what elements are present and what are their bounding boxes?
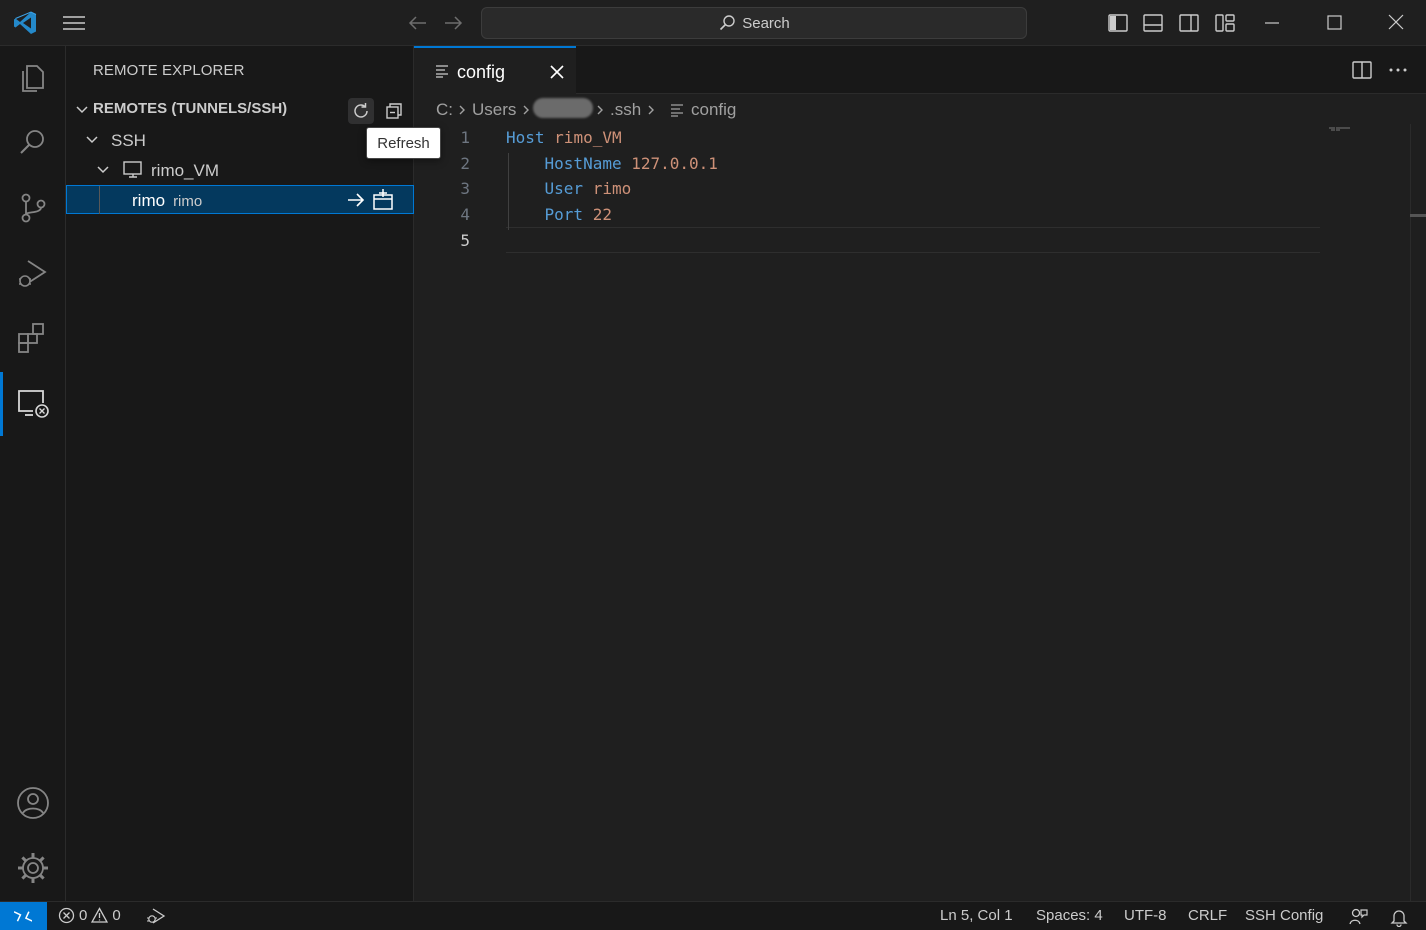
problems-indicator[interactable]: 0 0 bbox=[58, 907, 121, 924]
refresh-tooltip: Refresh bbox=[366, 127, 441, 159]
editor-tab-bar: config bbox=[414, 46, 1426, 94]
minimap[interactable] bbox=[1329, 127, 1351, 131]
line-number: 4 bbox=[460, 205, 470, 224]
run-debug-icon[interactable] bbox=[15, 255, 51, 291]
file-lines-icon bbox=[435, 64, 449, 78]
more-actions-icon[interactable] bbox=[1386, 58, 1410, 82]
tree-item-label: rimo_VM bbox=[151, 161, 220, 180]
chevron-down-icon bbox=[95, 162, 111, 178]
code-line: Port 22 bbox=[544, 205, 612, 224]
accounts-icon[interactable] bbox=[15, 785, 51, 821]
code-editor[interactable]: 1 2 3 4 5 Host rimo_VM HostName 127.0.0.… bbox=[414, 124, 1426, 901]
customize-layout-icon[interactable] bbox=[1213, 11, 1237, 35]
code-line: Host rimo_VM bbox=[506, 128, 622, 147]
current-line-highlight bbox=[506, 227, 1320, 253]
tree-item-ssh[interactable]: SSH bbox=[66, 126, 414, 154]
connect-current-window-arrow-icon[interactable] bbox=[345, 189, 367, 211]
command-center-search[interactable]: Search bbox=[481, 7, 1027, 39]
chevron-down-icon bbox=[74, 102, 90, 118]
indent-guide bbox=[99, 186, 100, 214]
remotes-section-header[interactable]: REMOTES (TUNNELS/SSH) bbox=[66, 98, 414, 124]
maximize-icon[interactable] bbox=[1321, 11, 1347, 35]
close-tab-icon[interactable] bbox=[547, 62, 567, 82]
settings-gear-icon[interactable] bbox=[15, 850, 51, 886]
remote-icon bbox=[14, 911, 32, 922]
cursor-position[interactable]: Ln 5, Col 1 bbox=[940, 907, 1013, 924]
search-label: Search bbox=[742, 14, 790, 32]
toggle-secondary-sidebar-icon[interactable] bbox=[1177, 11, 1201, 35]
feedback-icon[interactable] bbox=[1348, 907, 1368, 927]
chevron-down-icon bbox=[84, 132, 100, 148]
chevron-right-icon bbox=[645, 104, 657, 116]
connect-new-window-icon[interactable] bbox=[372, 189, 394, 211]
file-lines-icon bbox=[670, 103, 684, 117]
warning-icon bbox=[91, 907, 109, 924]
language-mode[interactable]: SSH Config bbox=[1245, 907, 1323, 924]
forward-arrow-icon[interactable] bbox=[441, 12, 465, 34]
active-indicator bbox=[0, 372, 3, 436]
search-icon bbox=[718, 14, 736, 32]
code-line: HostName 127.0.0.1 bbox=[544, 154, 718, 173]
indentation-setting[interactable]: Spaces: 4 bbox=[1036, 907, 1103, 924]
tree-item-label: SSH bbox=[111, 131, 146, 150]
code-line: User rimo bbox=[544, 179, 632, 198]
breadcrumb-file[interactable]: config bbox=[691, 100, 736, 120]
chevron-right-icon bbox=[594, 104, 606, 116]
explorer-icon[interactable] bbox=[15, 60, 51, 96]
extensions-icon[interactable] bbox=[15, 320, 51, 356]
toggle-primary-sidebar-icon[interactable] bbox=[1106, 11, 1130, 35]
vscode-logo-icon bbox=[12, 10, 38, 36]
debug-status-icon[interactable] bbox=[146, 907, 166, 924]
menu-icon[interactable] bbox=[60, 12, 88, 34]
breadcrumb-users[interactable]: Users bbox=[472, 100, 516, 120]
source-control-icon[interactable] bbox=[15, 190, 51, 226]
remote-explorer-sidebar: REMOTE EXPLORER REMOTES (TUNNELS/SSH) SS… bbox=[66, 46, 414, 901]
chevron-right-icon bbox=[456, 104, 468, 116]
back-arrow-icon[interactable] bbox=[406, 12, 430, 34]
remote-explorer-icon[interactable] bbox=[15, 385, 51, 421]
close-window-icon[interactable] bbox=[1383, 11, 1409, 35]
collapse-all-button[interactable] bbox=[381, 98, 407, 124]
minimize-icon[interactable] bbox=[1259, 11, 1285, 35]
scrollbar-track[interactable] bbox=[1410, 124, 1411, 901]
refresh-button[interactable] bbox=[348, 98, 374, 124]
tab-config[interactable]: config bbox=[414, 46, 576, 94]
warning-count: 0 bbox=[112, 907, 121, 924]
tab-label: config bbox=[457, 62, 506, 82]
line-number: 3 bbox=[460, 179, 470, 198]
section-title: REMOTES (TUNNELS/SSH) bbox=[93, 100, 288, 117]
breadcrumb-drive[interactable]: C: bbox=[436, 100, 453, 120]
encoding-setting[interactable]: UTF-8 bbox=[1124, 907, 1167, 924]
remote-indicator-button[interactable] bbox=[0, 902, 47, 930]
target-description: rimo bbox=[173, 193, 203, 210]
tree-item-host[interactable]: rimo_VM bbox=[66, 156, 414, 184]
title-bar: Search bbox=[0, 0, 1426, 46]
eol-setting[interactable]: CRLF bbox=[1188, 907, 1227, 924]
notifications-bell-icon[interactable] bbox=[1389, 907, 1409, 927]
scrollbar-cursor-marker bbox=[1410, 214, 1426, 217]
chevron-right-icon bbox=[520, 104, 532, 116]
sidebar-title: REMOTE EXPLORER bbox=[93, 62, 245, 79]
monitor-icon bbox=[122, 160, 144, 180]
activity-bar bbox=[0, 46, 66, 901]
search-view-icon[interactable] bbox=[15, 125, 51, 161]
tree-item-target[interactable]: rimo rimo bbox=[66, 185, 414, 214]
line-number: 5 bbox=[460, 231, 470, 250]
error-count: 0 bbox=[79, 907, 88, 924]
error-icon bbox=[58, 907, 75, 924]
split-editor-icon[interactable] bbox=[1350, 58, 1374, 82]
status-bar: 0 0 Ln 5, Col 1 Spaces: 4 UTF-8 CRLF SSH… bbox=[0, 901, 1426, 930]
redacted-username bbox=[533, 98, 593, 118]
toggle-panel-icon[interactable] bbox=[1141, 11, 1165, 35]
breadcrumb-folder[interactable]: .ssh bbox=[610, 100, 641, 120]
target-label: rimo bbox=[132, 191, 166, 210]
